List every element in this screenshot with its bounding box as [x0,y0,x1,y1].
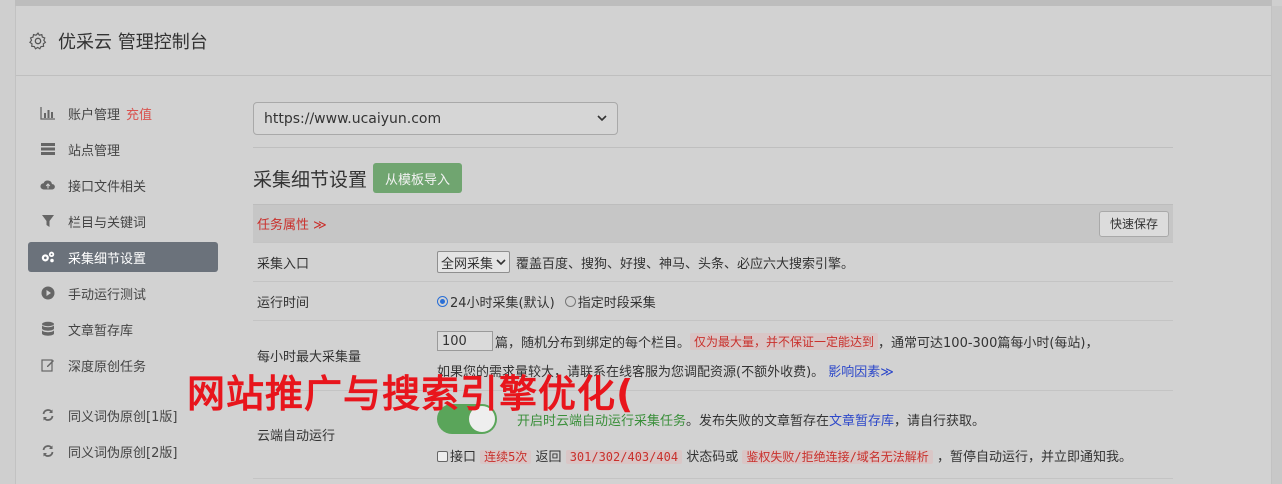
filter-icon [40,213,56,229]
chevron-down-icon [496,258,506,265]
impact-factors-link[interactable]: 影响因素≫ [828,365,894,380]
task-attr-toggle[interactable]: 任务属性 ≫ [257,214,327,233]
article-store-link[interactable]: 文章暂存库 [829,410,894,429]
sidebar-item-label: 账户管理 [68,107,121,123]
watermark-text: 网站推广与搜索引擎优化( [187,372,635,416]
recharge-link[interactable]: 充值 [126,104,152,123]
sidebar-item-manual-test[interactable]: 手动运行测试 [28,278,218,308]
radio-24h-label: 24小时采集(默认) [450,295,555,311]
page-header: 优采云 管理控制台 [16,6,1271,76]
quick-save-button[interactable]: 快速保存 [1098,210,1169,237]
database-icon [40,321,56,337]
sidebar-item-interface[interactable]: 接口文件相关 [28,170,218,200]
site-select[interactable]: https://www.ucaiyun.com [253,102,618,135]
gear-icon [29,31,47,50]
play-icon [40,285,56,301]
radio-time-window[interactable] [564,295,576,307]
main-content: https://www.ucaiyun.com 采集细节设置 从模板导入 任务属… [253,102,1173,479]
chevron-down-icon [597,115,607,122]
refresh-icon [40,407,56,423]
sidebar-item-label: 接口文件相关 [68,179,147,195]
sidebar-item-label: 同义词伪原创[1版] [68,409,178,425]
sidebar-item-label: 手动运行测试 [68,287,147,303]
list-icon [40,141,56,157]
sidebar-item-article-store[interactable]: 文章暂存库 [28,314,218,344]
cloud-upload-icon [40,177,56,193]
gears-icon [40,249,56,265]
page-title: 优采云 管理控制台 [58,31,208,53]
scrollbar[interactable] [1272,6,1282,484]
divider [253,147,1173,148]
sidebar-item-label: 站点管理 [68,143,121,159]
row-label: 采集入口 [257,256,310,272]
collect-entry-select[interactable]: 全网采集 [437,251,511,273]
collect-entry-desc: 覆盖百度、搜狗、好搜、神马、头条、必应六大搜索引擎。 [516,256,855,272]
radio-24h[interactable] [437,295,448,307]
row-collect-entry: 采集入口 全网采集 覆盖百度、搜狗、好搜、神马、头条、必应六大搜索引擎。 [253,243,1173,282]
task-attr-header: 任务属性 ≫ 快速保存 [253,205,1173,243]
sidebar-item-collect-settings[interactable]: 采集细节设置 [28,242,218,272]
edit-icon [40,357,56,373]
bar-chart-icon [40,105,56,121]
settings-table: 任务属性 ≫ 快速保存 采集入口 全网采集 覆盖百度、搜狗、好搜、神马、头条、必… [253,204,1173,479]
sidebar-item-columns-keywords[interactable]: 栏目与关键词 [28,206,218,236]
radio-time-window-label: 指定时段采集 [577,295,656,311]
site-select-value: https://www.ucaiyun.com [264,110,442,127]
sidebar-item-sites[interactable]: 站点管理 [28,134,218,164]
section-header: 采集细节设置 从模板导入 [253,162,1173,194]
max-note-highlight: 仅为最大量，并不保证一定能达到 [690,332,879,350]
sidebar-item-synonym-v2[interactable]: 同义词伪原创[2版] [28,436,218,466]
sidebar-item-account[interactable]: 账户管理 充值 [28,98,218,128]
sidebar-item-label: 栏目与关键词 [68,215,147,231]
sidebar-item-label: 深度原创任务 [68,359,147,375]
row-label: 运行时间 [257,295,310,311]
refresh-icon [40,443,56,459]
sidebar-item-label: 文章暂存库 [68,323,134,339]
max-per-hour-input[interactable]: 100 [437,331,493,351]
row-runtime: 运行时间 24小时采集(默认) 指定时段采集 [253,282,1173,321]
section-title: 采集细节设置 [253,168,368,191]
sidebar-item-label: 采集细节设置 [68,251,147,267]
sidebar-item-label: 同义词伪原创[2版] [68,445,178,461]
pause-notify-checkbox[interactable] [437,451,448,462]
import-template-button[interactable]: 从模板导入 [373,163,463,193]
